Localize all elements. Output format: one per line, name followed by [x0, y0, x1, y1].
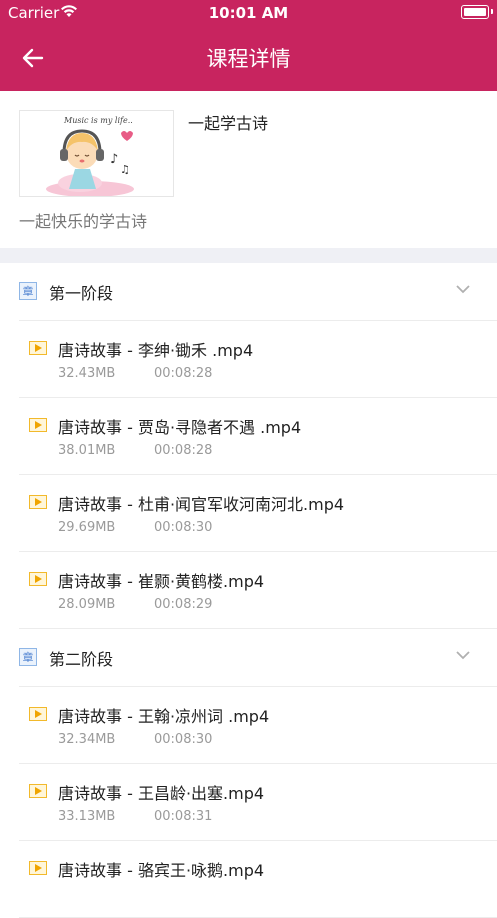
chevron-down-icon: [456, 651, 470, 660]
lesson-size: 29.69MB: [58, 520, 116, 535]
page-title: 课程详情: [206, 47, 291, 71]
play-icon: [29, 707, 47, 721]
svg-text:♪: ♪: [110, 152, 118, 167]
lesson-item[interactable]: 唐诗故事 - 王昌龄·出塞.mp4 33.13MB 00:08:31: [19, 764, 497, 841]
chevron-down-icon: [456, 285, 470, 294]
lesson-size: 38.01MB: [58, 443, 116, 458]
lesson-title: 唐诗故事 - 王翰·凉州词 .mp4: [58, 707, 270, 726]
chapter-header[interactable]: 章 第二阶段: [19, 629, 497, 687]
lesson-title: 唐诗故事 - 杜甫·闻官军收河南河北.mp4: [58, 495, 345, 514]
battery-icon: [461, 5, 493, 19]
play-icon: [29, 495, 47, 509]
play-icon: [29, 341, 47, 355]
lesson-size: 32.34MB: [58, 732, 116, 747]
play-icon: [29, 861, 47, 875]
nav-bar: Carrier 10:01 AM 课程详情: [0, 0, 497, 91]
lesson-size: 33.13MB: [58, 809, 116, 824]
lesson-item[interactable]: 唐诗故事 - 李绅·锄禾 .mp4 32.43MB 00:08:28: [19, 321, 497, 398]
lesson-size: 28.09MB: [58, 597, 116, 612]
lesson-item[interactable]: 唐诗故事 - 贾岛·寻隐者不遇 .mp4 38.01MB 00:08:28: [19, 398, 497, 475]
lesson-size: 32.43MB: [58, 366, 116, 381]
play-icon: [29, 418, 47, 432]
lesson-item[interactable]: 唐诗故事 - 王翰·凉州词 .mp4 32.34MB 00:08:30: [19, 687, 497, 764]
chapter-title: 第一阶段: [49, 284, 114, 303]
lesson-duration: 00:08:29: [154, 597, 213, 612]
thumbnail-text: Music is my life..: [63, 116, 133, 125]
lesson-duration: 00:08:30: [154, 732, 213, 747]
lesson-duration: 00:08:28: [154, 443, 213, 458]
lesson-title: 唐诗故事 - 李绅·锄禾 .mp4: [58, 341, 254, 360]
course-header: Music is my life.. ♪ ♫ 一起学古诗 一起快乐的学古诗: [0, 91, 497, 248]
chapter-badge: 章: [19, 648, 37, 666]
course-title: 一起学古诗: [188, 114, 269, 133]
lesson-item[interactable]: 唐诗故事 - 崔颢·黄鹤楼.mp4 28.09MB 00:08:29: [19, 552, 497, 629]
chapter-list: 章 第一阶段 唐诗故事 - 李绅·锄禾 .mp4 32.43MB 00:08:2…: [0, 263, 497, 918]
lesson-item[interactable]: 唐诗故事 - 杜甫·闻官军收河南河北.mp4 29.69MB 00:08:30: [19, 475, 497, 552]
chapter-title: 第二阶段: [49, 650, 114, 669]
course-thumbnail: Music is my life.. ♪ ♫: [19, 110, 174, 197]
lesson-duration: 00:08:31: [154, 809, 213, 824]
chapter-header[interactable]: 章 第一阶段: [19, 263, 497, 321]
play-icon: [29, 784, 47, 798]
status-bar: Carrier 10:01 AM: [0, 0, 497, 26]
svg-text:♫: ♫: [120, 163, 130, 176]
section-divider: [0, 248, 497, 263]
lesson-title: 唐诗故事 - 崔颢·黄鹤楼.mp4: [58, 572, 265, 591]
lesson-title: 唐诗故事 - 骆宾王·咏鹅.mp4: [58, 861, 265, 880]
status-time: 10:01 AM: [208, 4, 289, 22]
lesson-duration: 00:08:30: [154, 520, 213, 535]
course-subtitle: 一起快乐的学古诗: [19, 212, 148, 231]
lesson-duration: 00:08:28: [154, 366, 213, 381]
play-icon: [29, 572, 47, 586]
lesson-item[interactable]: 唐诗故事 - 骆宾王·咏鹅.mp4: [19, 841, 497, 918]
lesson-title: 唐诗故事 - 贾岛·寻隐者不遇 .mp4: [58, 418, 302, 437]
lesson-title: 唐诗故事 - 王昌龄·出塞.mp4: [58, 784, 265, 803]
chapter-badge: 章: [19, 282, 37, 300]
